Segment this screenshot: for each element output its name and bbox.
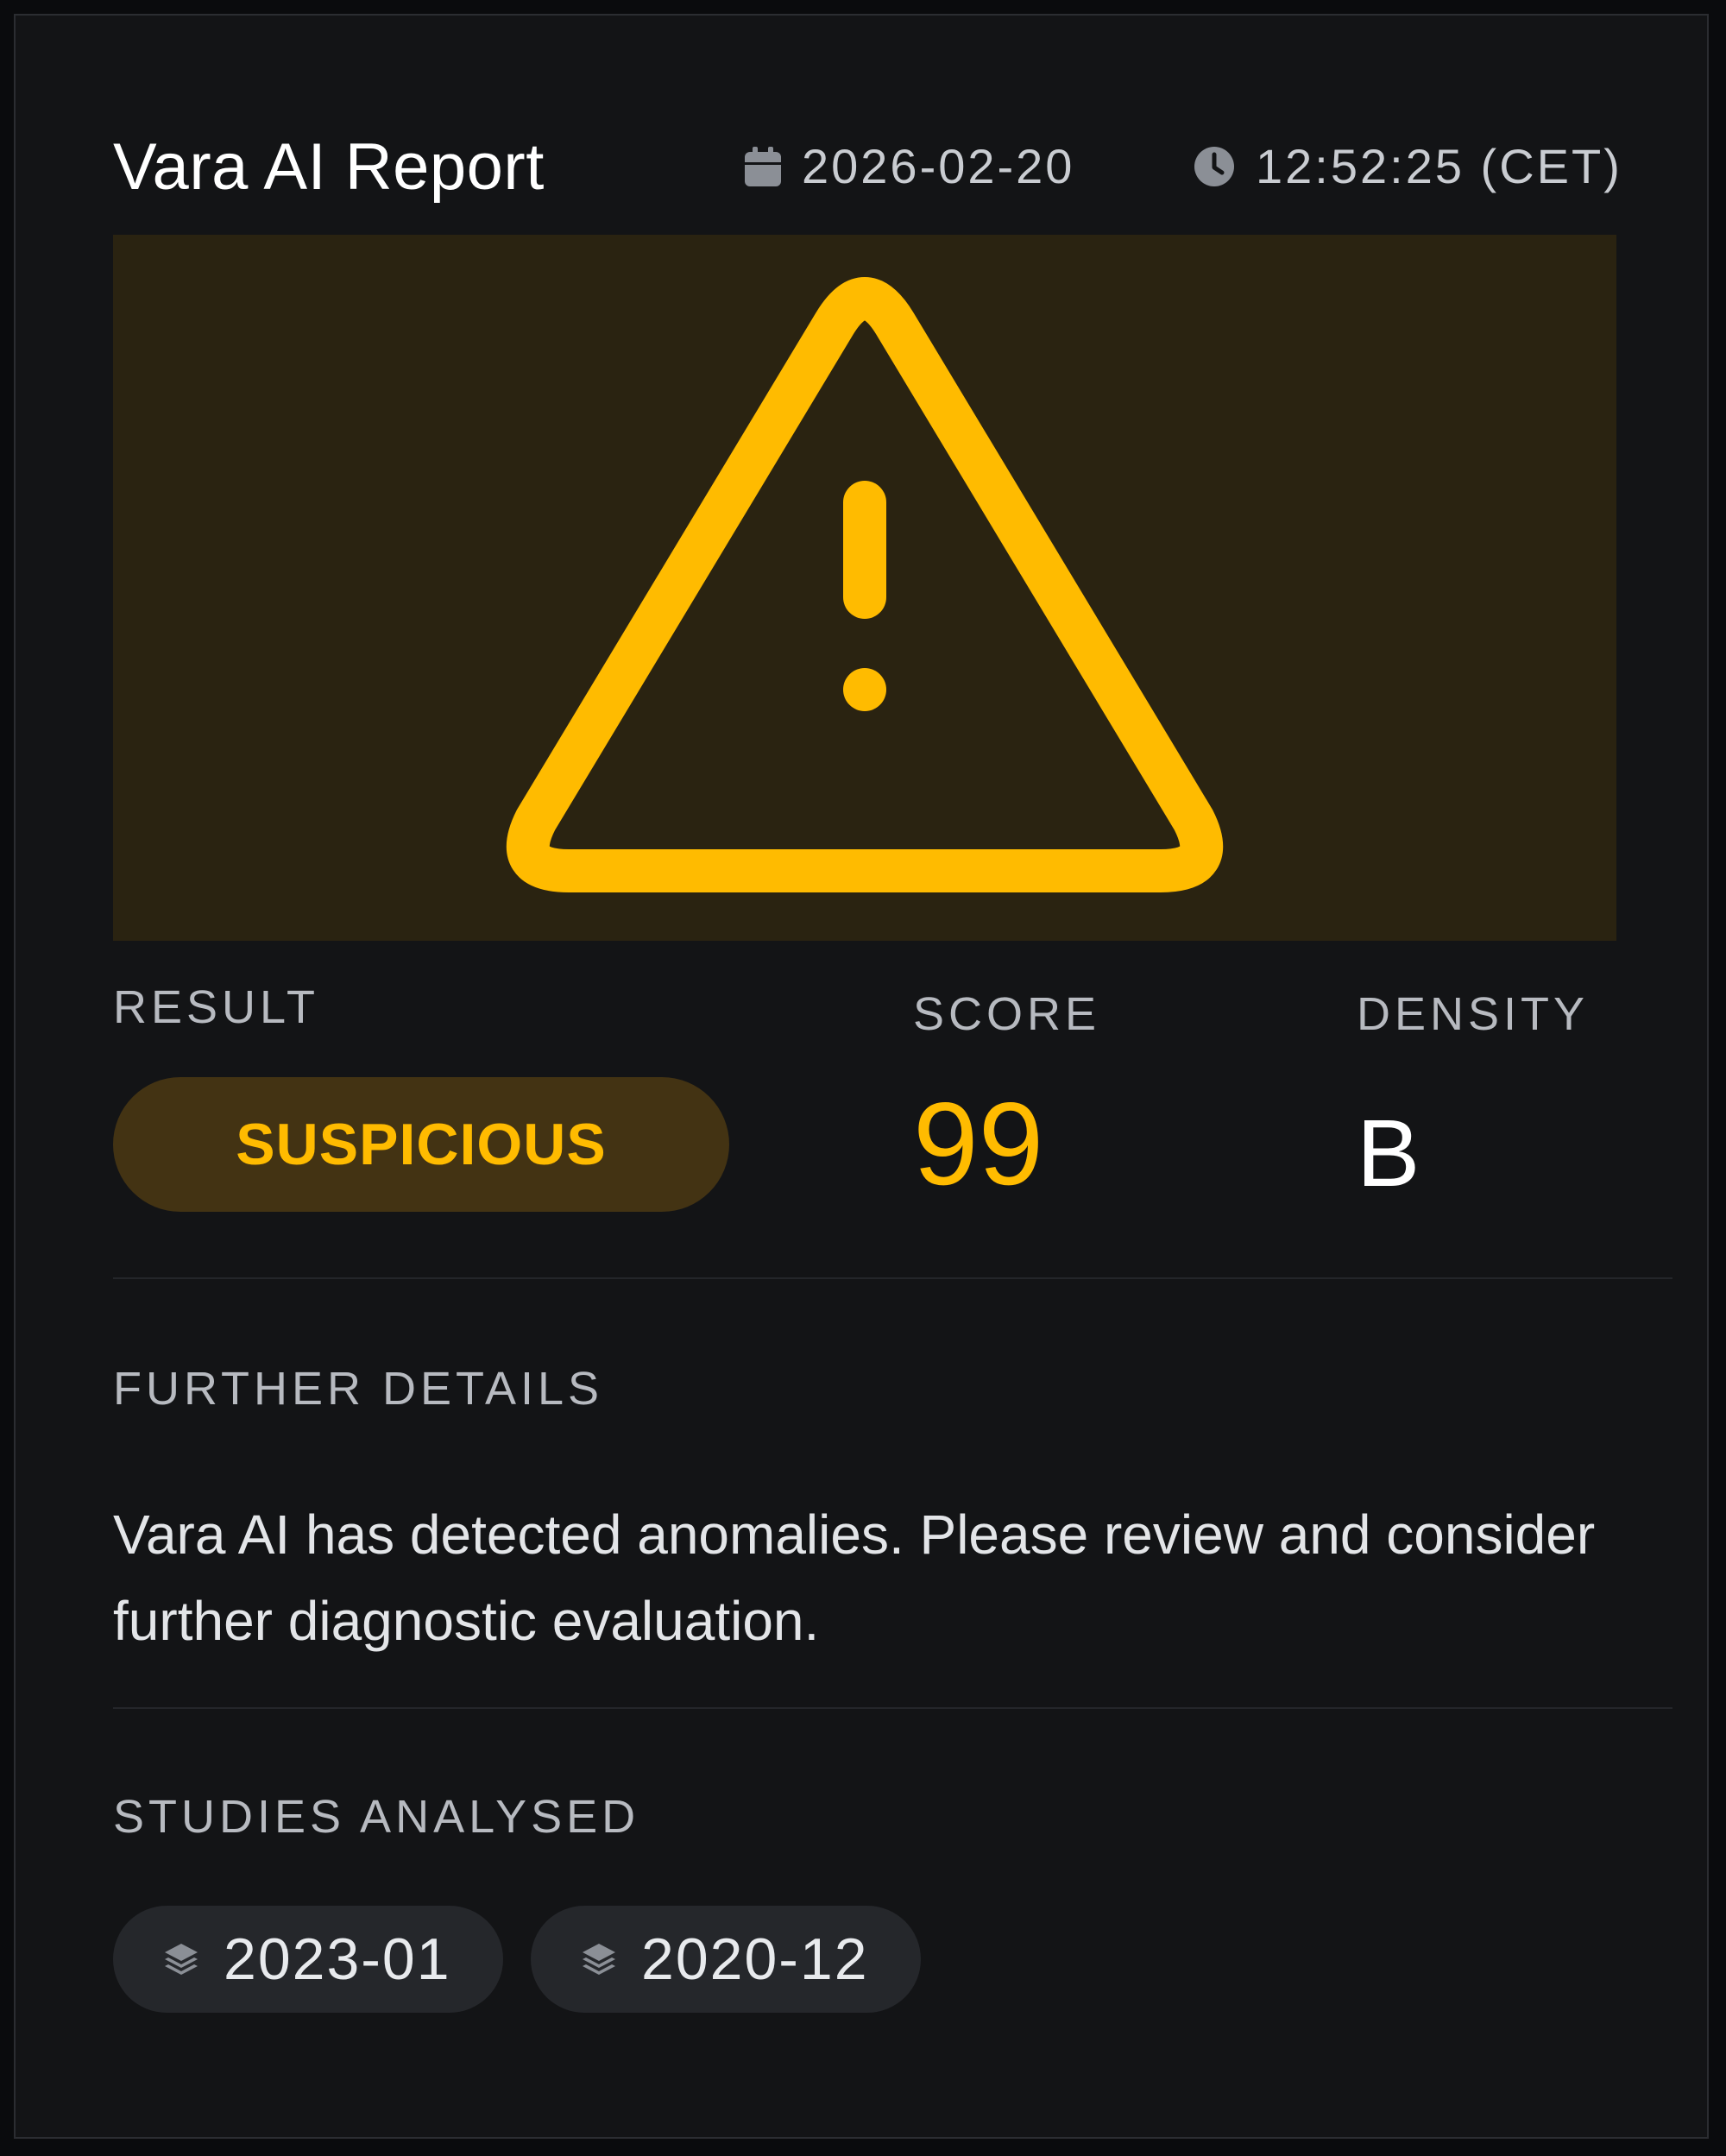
report-card: Vara AI Report 2026-02-20 12:52:25 (CET) (14, 14, 1709, 2139)
report-time-value: 12:52:25 (CET) (1256, 139, 1622, 193)
study-chip-label: 2020-12 (641, 1926, 869, 1992)
layers-icon (583, 1944, 615, 1975)
clock-icon (1194, 146, 1234, 186)
density-label: DENSITY (1357, 988, 1590, 1040)
study-chip[interactable]: 2020-12 (531, 1906, 921, 2013)
study-chip-label: 2023-01 (224, 1926, 451, 1992)
further-details-text: Vara AI has detected anomalies. Please r… (113, 1504, 1596, 1652)
density-value: B (1357, 1100, 1420, 1207)
section-divider (113, 1707, 1672, 1709)
studies-analysed-label: STUDIES ANALYSED (113, 1791, 640, 1843)
study-chip[interactable]: 2023-01 (113, 1906, 503, 2013)
report-header: Vara AI Report 2026-02-20 12:52:25 (CET) (113, 119, 1620, 214)
layers-icon (165, 1944, 198, 1975)
warning-triangle-icon (506, 277, 1224, 892)
report-date-value: 2026-02-20 (802, 139, 1075, 193)
report-time: 12:52:25 (CET) (1194, 138, 1622, 194)
result-label: RESULT (113, 981, 320, 1033)
calendar-icon (745, 146, 781, 186)
score-label: SCORE (913, 988, 1101, 1040)
report-title: Vara AI Report (113, 130, 545, 204)
section-divider (113, 1277, 1672, 1279)
score-value: 99 (913, 1078, 1044, 1209)
result-badge: SUSPICIOUS (113, 1077, 729, 1212)
further-details-label: FURTHER DETAILS (113, 1363, 604, 1415)
report-date: 2026-02-20 (745, 138, 1074, 194)
result-hero-banner (113, 235, 1616, 941)
